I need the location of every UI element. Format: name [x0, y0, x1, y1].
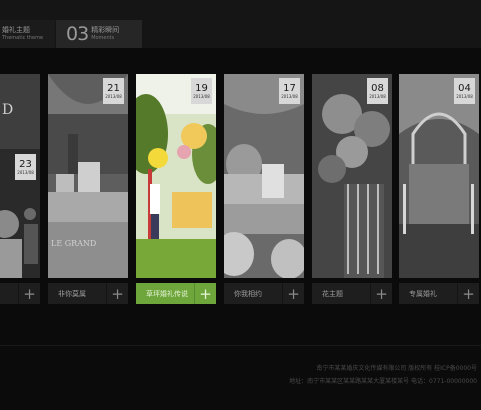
date-badge: 08 2013/08	[367, 78, 388, 104]
plus-icon[interactable]: +	[282, 283, 304, 304]
nav-theme-en: Thematic theme	[2, 35, 44, 41]
plus-icon[interactable]: +	[106, 283, 128, 304]
date-year-month: 2013/08	[17, 170, 34, 175]
panel-caption-bar[interactable]: +	[0, 283, 40, 304]
panel-photo[interactable]: 04 2013/08	[399, 74, 479, 278]
nav-theme-cn: 婚礼主题	[2, 26, 30, 34]
date-day: 17	[283, 83, 296, 94]
brand-letter: D	[2, 102, 14, 118]
wedding-photo-image	[136, 74, 216, 278]
date-badge: 19 2013/08	[191, 78, 212, 104]
nav-moments-number: 03	[66, 23, 89, 45]
date-badge: 21 2013/08	[103, 78, 124, 104]
footer: 南宁市某某婚庆文化传媒有限公司 版权所有 桂ICP备0000号 地址：南宁市某某…	[289, 362, 477, 388]
panel-caption: 草坪婚礼传说	[146, 289, 188, 298]
panel-photo[interactable]: 08 2013/08	[312, 74, 392, 278]
panel-caption-bar-active[interactable]: 草坪婚礼传说 +	[136, 283, 216, 304]
nav-moments-en: Moments	[91, 35, 115, 41]
date-day: 04	[458, 83, 471, 94]
wedding-photo-image	[224, 74, 304, 278]
plus-icon[interactable]: +	[457, 283, 479, 304]
date-badge: 23 2013/08	[15, 154, 36, 180]
panel-caption-bar[interactable]: 花主题 +	[312, 283, 392, 304]
gallery-panel[interactable]: 19 2013/08	[136, 74, 216, 304]
panel-photo[interactable]: D 23 2013/08	[0, 74, 40, 278]
panel-caption: 花主题	[322, 289, 343, 298]
date-day: 19	[195, 83, 208, 94]
nav-theme-text: 婚礼主题 Thematic theme	[2, 26, 43, 42]
nav-item-theme[interactable]: 婚礼主题 Thematic theme	[0, 20, 55, 48]
gallery-panel[interactable]: 08 2013/08	[312, 74, 392, 304]
date-year-month: 2013/08	[369, 94, 386, 99]
wedding-photo-image: LE GRAND	[48, 74, 128, 278]
panel-photo[interactable]: 19 2013/08	[136, 74, 216, 278]
plus-icon[interactable]: +	[18, 283, 40, 304]
plus-icon[interactable]: +	[194, 283, 216, 304]
date-year-month: 2013/08	[105, 94, 122, 99]
gallery-panel[interactable]: 17 2013/08	[224, 74, 304, 304]
gallery-panel[interactable]: LE GRAND 21 2013/08	[48, 74, 128, 304]
gallery-panel[interactable]: 04 2013/08	[399, 74, 479, 304]
panel-caption: 专属婚礼	[409, 289, 437, 298]
date-day: 08	[371, 83, 384, 94]
panel-caption-bar[interactable]: 非你莫属 +	[48, 283, 128, 304]
plus-icon[interactable]: +	[370, 283, 392, 304]
footer-copyright: 南宁市某某婚庆文化传媒有限公司 版权所有 桂ICP备0000号	[316, 365, 477, 372]
date-day: 23	[19, 159, 32, 170]
nav-moments-text: 精彩瞬间 Moments	[91, 26, 119, 42]
svg-text:LE GRAND: LE GRAND	[51, 239, 96, 248]
gallery-panel[interactable]: D 23 2013/08	[0, 74, 40, 304]
date-year-month: 2013/08	[456, 94, 473, 99]
date-badge: 04 2013/08	[454, 78, 475, 104]
top-navigation: 婚礼主题 Thematic theme 03 精彩瞬间 Moments	[0, 0, 481, 48]
wedding-photo-image	[312, 74, 392, 278]
nav-moments-cn: 精彩瞬间	[91, 26, 120, 34]
date-day: 21	[107, 83, 120, 94]
wedding-photo-image	[399, 74, 479, 278]
panel-photo[interactable]: 17 2013/08	[224, 74, 304, 278]
date-badge: 17 2013/08	[279, 78, 300, 104]
panel-photo[interactable]: LE GRAND 21 2013/08	[48, 74, 128, 278]
panel-caption: 你我相约	[234, 289, 262, 298]
panel-caption: 非你莫属	[58, 289, 86, 298]
panel-caption-bar[interactable]: 专属婚礼 +	[399, 283, 479, 304]
nav-item-moments[interactable]: 03 精彩瞬间 Moments	[56, 20, 142, 48]
panel-caption-bar[interactable]: 你我相约 +	[224, 283, 304, 304]
footer-address: 地址：南宁市某某区某某路某某大厦某楼某号 电话：0771-00000000	[289, 378, 477, 385]
date-year-month: 2013/08	[281, 94, 298, 99]
footer-divider	[0, 345, 481, 346]
date-year-month: 2013/08	[193, 94, 210, 99]
